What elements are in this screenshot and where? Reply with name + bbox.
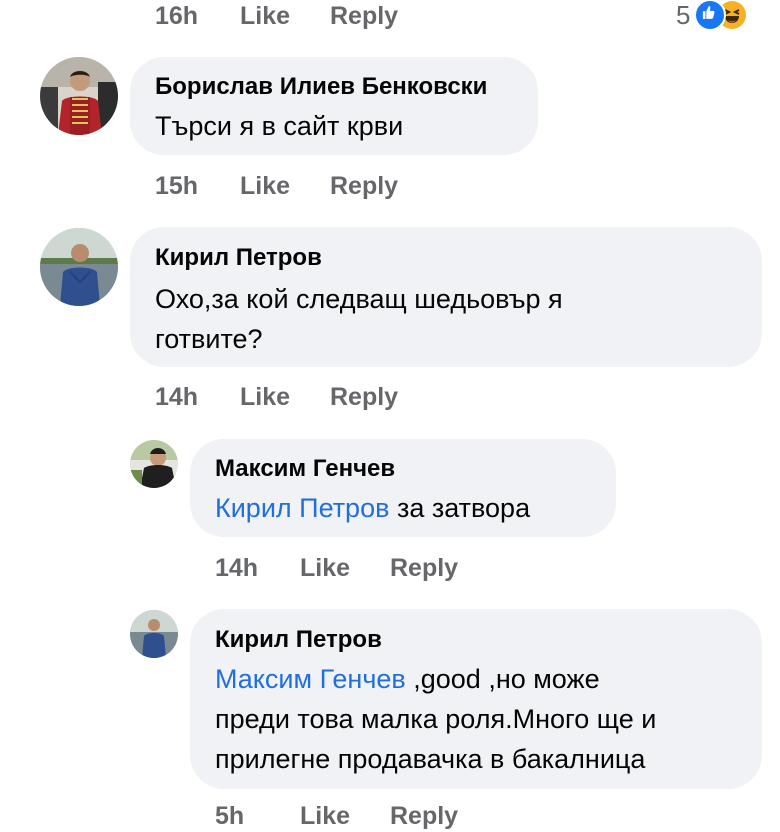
avatar[interactable] bbox=[130, 610, 178, 658]
comment-meta: 14h Like Reply bbox=[215, 552, 458, 584]
comment-text-rest: за затвора bbox=[389, 493, 531, 523]
reply-link[interactable]: Reply bbox=[330, 172, 398, 201]
timestamp[interactable]: 5h bbox=[215, 802, 300, 831]
avatar[interactable] bbox=[40, 228, 118, 306]
mention-link[interactable]: Кирил Петров bbox=[215, 493, 389, 523]
comment-author[interactable]: Кирил Петров bbox=[155, 244, 322, 272]
comment-author[interactable]: Борислав Илиев Бенковски bbox=[155, 73, 487, 101]
timestamp[interactable]: 14h bbox=[215, 554, 300, 583]
like-link[interactable]: Like bbox=[240, 172, 330, 201]
mention-link[interactable]: Максим Генчев bbox=[215, 664, 406, 694]
timestamp[interactable]: 15h bbox=[155, 172, 240, 201]
comment-text: Охо,за кой следващ шедьовър я готвите? bbox=[155, 279, 563, 359]
like-link[interactable]: Like bbox=[300, 554, 390, 583]
comment-text-line: готвите? bbox=[155, 324, 263, 354]
comment-meta: 5h Like Reply bbox=[215, 800, 458, 832]
avatar[interactable] bbox=[130, 440, 178, 488]
reply-link[interactable]: Reply bbox=[330, 2, 398, 31]
timestamp[interactable]: 16h bbox=[155, 2, 240, 31]
comment-meta-top: 16h Like Reply bbox=[155, 0, 398, 32]
comment-meta: 15h Like Reply bbox=[155, 170, 398, 202]
comment-text-line: Охо,за кой следващ шедьовър я bbox=[155, 284, 563, 314]
like-link[interactable]: Like bbox=[240, 2, 330, 31]
comment-text: Максим Генчев ,good ,но може преди това … bbox=[215, 659, 656, 779]
comment-text: Търси я в сайт крви bbox=[155, 111, 404, 141]
reaction-summary[interactable]: 5 bbox=[676, 0, 747, 31]
comment-author[interactable]: Максим Генчев bbox=[215, 455, 395, 483]
like-link[interactable]: Like bbox=[240, 383, 330, 412]
comment-meta: 14h Like Reply bbox=[155, 381, 398, 413]
reply-link[interactable]: Reply bbox=[390, 802, 458, 831]
avatar[interactable] bbox=[40, 57, 118, 135]
like-link[interactable]: Like bbox=[300, 802, 390, 831]
comment-text-line: преди това малка роля.Много ще и bbox=[215, 704, 657, 734]
comment-text-line: Максим Генчев ,good ,но може bbox=[215, 659, 656, 699]
comment-text-line: прилегне продавачка в бакалница bbox=[215, 744, 646, 774]
reply-link[interactable]: Reply bbox=[390, 554, 458, 583]
reaction-count: 5 bbox=[676, 0, 691, 30]
comment-author[interactable]: Кирил Петров bbox=[215, 626, 382, 654]
comment-text: Кирил Петров за затвора bbox=[215, 488, 530, 528]
reply-link[interactable]: Reply bbox=[330, 383, 398, 412]
comment-text-rest: ,good ,но може bbox=[405, 664, 600, 694]
timestamp[interactable]: 14h bbox=[155, 383, 240, 412]
